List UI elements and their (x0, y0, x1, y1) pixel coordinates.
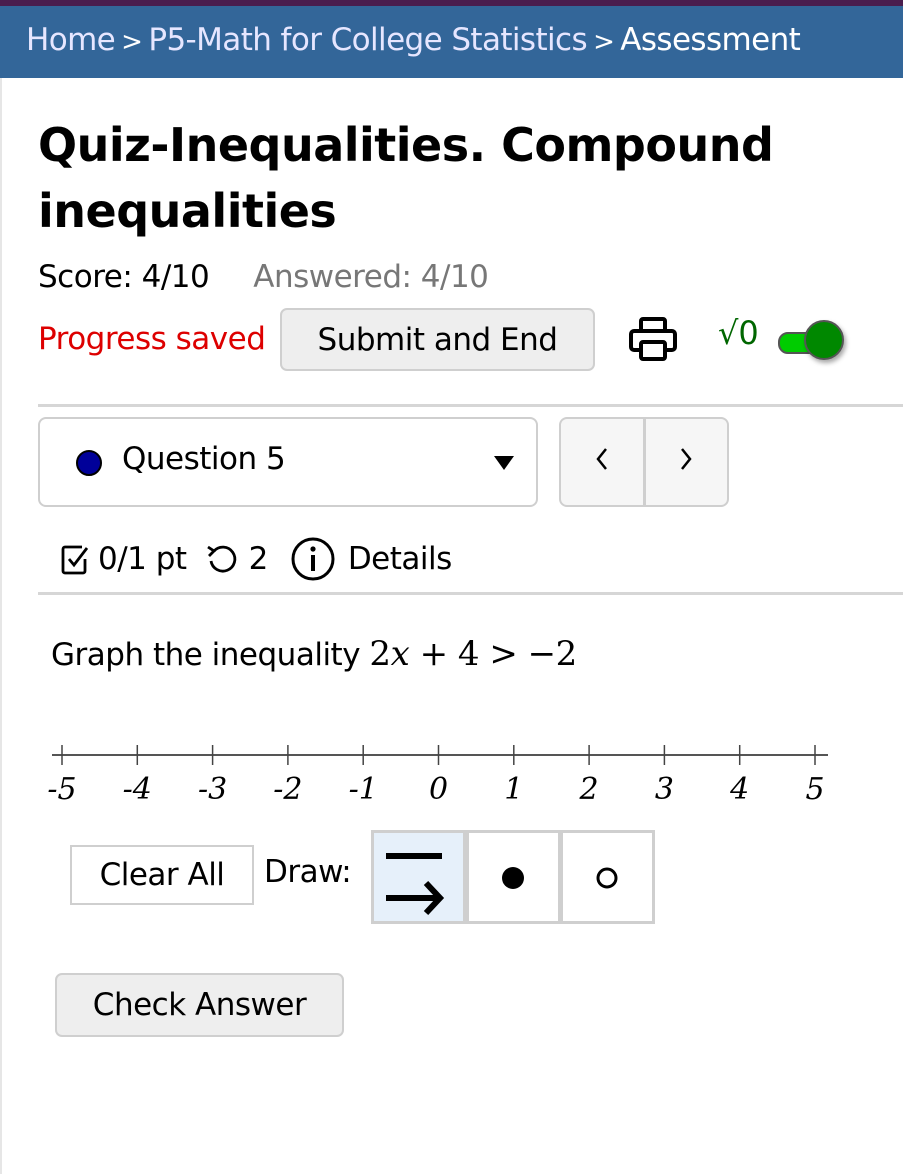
number-line-graph[interactable]: -5 -4 -3 -2 -1 0 1 2 3 4 5 (40, 735, 840, 815)
number-line-tick-label: -4 (123, 772, 152, 807)
number-line-tick-label: -1 (349, 772, 378, 807)
retries-count: 2 (248, 541, 269, 577)
math-const: 4 (457, 634, 480, 674)
prev-question-button[interactable] (561, 419, 643, 505)
info-icon (291, 537, 335, 581)
points-text: 0/1 pt (98, 541, 187, 577)
save-status: Progress saved (38, 308, 266, 370)
number-line-tick-label: -5 (47, 772, 76, 807)
prompt-text: Graph the inequality (51, 637, 361, 673)
caret-down-icon (494, 456, 514, 470)
details-link[interactable]: Details (290, 536, 452, 582)
math-relation: > (489, 634, 518, 674)
retry-icon (206, 545, 236, 573)
print-icon[interactable] (628, 316, 678, 362)
draw-label: Draw: (264, 854, 352, 890)
chevron-right-icon (681, 447, 692, 470)
question-status-dot (76, 450, 102, 476)
math-variable: x (390, 634, 410, 674)
next-question-button[interactable] (646, 419, 728, 505)
math-coef: 2 (369, 634, 391, 674)
question-nav (559, 417, 729, 507)
answered-text: Answered: 4/10 (253, 259, 489, 295)
breadcrumb-current: Assessment (620, 22, 801, 58)
check-answer-button[interactable]: Check Answer (55, 973, 344, 1037)
math-display-toggle[interactable]: √0 (718, 312, 848, 368)
tool-open-dot[interactable] (560, 830, 655, 924)
progress-saved-text: Progress saved (38, 321, 266, 357)
question-select[interactable]: Question 5 (38, 417, 538, 507)
number-line-tick-label: 3 (655, 772, 674, 807)
closed-dot-icon (502, 867, 524, 889)
divider (38, 404, 903, 407)
breadcrumb-home[interactable]: Home (26, 22, 116, 58)
toggle-knob[interactable] (804, 320, 844, 360)
score-text: Score: 4/10 (38, 259, 210, 295)
number-line-tick-label: 0 (429, 772, 448, 807)
open-dot-icon (596, 867, 618, 889)
checkbox-icon (61, 545, 89, 575)
breadcrumb-separator: > (121, 27, 143, 57)
number-line-tick-label: -2 (273, 772, 302, 807)
details-label: Details (347, 541, 452, 577)
number-line-tick-label: 1 (504, 772, 523, 807)
page-title: Quiz-Inequalities. Compound inequalities (38, 118, 774, 238)
page-left-border (0, 78, 2, 1174)
submit-and-end-button[interactable]: Submit and End (280, 308, 595, 371)
tool-ray[interactable] (371, 830, 466, 924)
score-line: Score: 4/10 Answered: 4/10 (38, 256, 489, 298)
breadcrumb: Home > P5-Math for College Statistics > Asse… (0, 6, 903, 78)
number-line-tick-label: 2 (579, 772, 599, 807)
math-rhs: −2 (527, 634, 578, 674)
divider (38, 592, 903, 595)
inequality-math: 2x + 4 > −2 (369, 634, 578, 674)
number-line-tick-label: -3 (198, 772, 227, 807)
number-line-tick-label: 5 (805, 772, 824, 807)
math-op: + (419, 634, 449, 674)
ray-arrow-icon (386, 853, 445, 916)
clear-all-button[interactable]: Clear All (70, 845, 254, 905)
chevron-left-icon (596, 447, 607, 470)
sqrt-icon: √0 (718, 314, 759, 352)
tool-closed-dot[interactable] (466, 830, 561, 924)
number-line-tick-label: 4 (729, 772, 749, 807)
breadcrumb-course[interactable]: P5-Math for College Statistics (148, 22, 587, 58)
question-select-label: Question 5 (122, 441, 286, 477)
question-prompt: Graph the inequality 2x + 4 > −2 (51, 634, 577, 674)
question-meta: 0/1 pt 2 Details (60, 532, 452, 586)
breadcrumb-separator: > (593, 27, 615, 57)
